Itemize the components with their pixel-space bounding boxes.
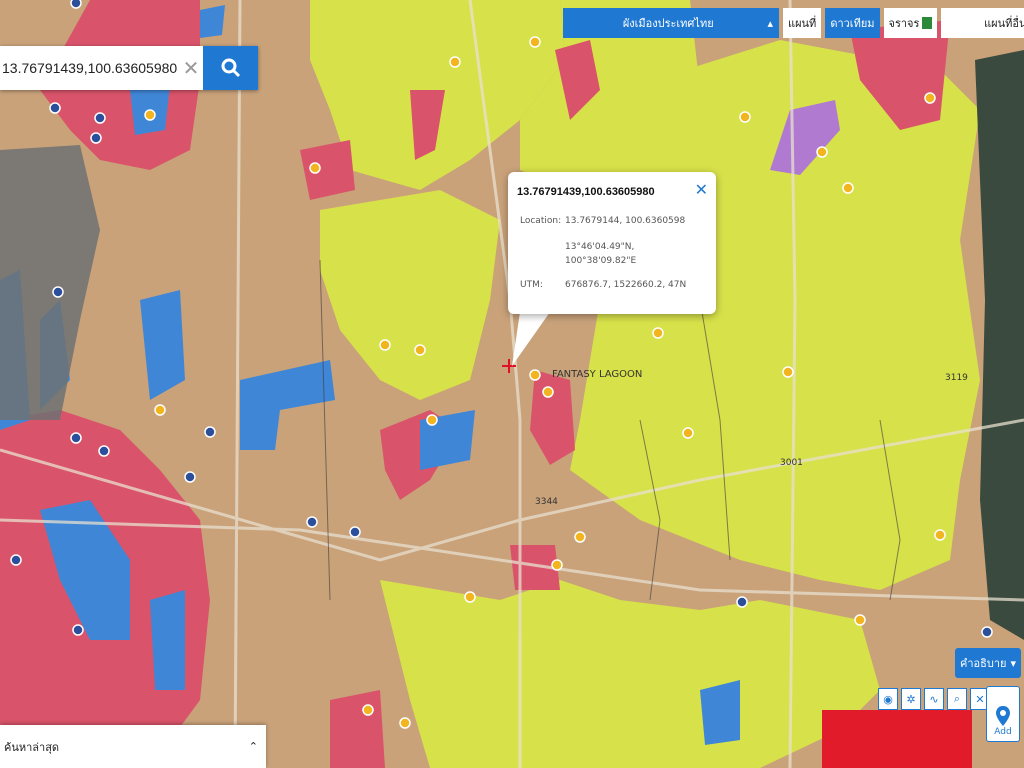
dense-commercial-zone <box>822 710 972 768</box>
route-label: 3001 <box>780 458 803 468</box>
target-icon[interactable]: ✲ <box>901 688 921 710</box>
map-tools: ◉ ✲ ∿ ⌕ ✕ <box>878 688 990 712</box>
traffic-label: จราจร <box>888 17 920 30</box>
caret-down-icon: ▾ <box>1010 656 1016 670</box>
coordinate-popup: 13.76791439,100.63605980 ✕ Location: 13.… <box>508 172 716 314</box>
zoning-map[interactable]: FANTASY LAGOON 3344 3119 3001 <box>0 0 1024 768</box>
search-icon <box>221 58 240 78</box>
search-button[interactable] <box>203 46 258 90</box>
utm-label: UTM: <box>520 280 543 290</box>
legend-button[interactable]: คำอธิบาย ▾ <box>955 648 1021 678</box>
dms-longitude: 100°38'09.82"E <box>565 256 637 266</box>
globe-icon[interactable]: ◉ <box>878 688 898 710</box>
utm-value: 676876.7, 1522660.2, 47N <box>565 280 687 290</box>
line-icon[interactable]: ∿ <box>924 688 944 710</box>
route-label: 3119 <box>945 373 968 383</box>
search-bar: 13.76791439,100.63605980 ✕ <box>0 46 258 90</box>
legend-label: คำอธิบาย <box>960 657 1007 670</box>
layer-select-label: ผังเมืองประเทศไทย <box>622 17 714 30</box>
traffic-button[interactable]: จราจร <box>883 8 938 38</box>
measure-icon[interactable]: ⌕ <box>947 688 967 710</box>
close-icon[interactable]: ✕ <box>695 180 708 199</box>
chevron-double-icon[interactable]: ⌃ <box>249 740 258 753</box>
traffic-icon <box>922 17 933 29</box>
popup-title: 13.76791439,100.63605980 <box>517 186 655 198</box>
add-label: Add <box>994 727 1012 737</box>
recent-search-panel[interactable]: ค้นหาล่าสุด ⌃ <box>0 725 266 768</box>
layer-select[interactable]: ผังเมืองประเทศไทย ▴ <box>563 8 779 38</box>
add-button[interactable]: Add <box>986 686 1020 742</box>
route-label: 3344 <box>535 497 558 507</box>
location-label: Location: <box>520 216 562 226</box>
map-pin-icon <box>996 706 1010 726</box>
caret-down-icon: ▴ <box>767 16 773 30</box>
close-icon[interactable]: ✕ <box>179 56 203 80</box>
recent-label: ค้นหาล่าสุด <box>4 740 60 754</box>
search-input[interactable]: 13.76791439,100.63605980 <box>0 60 179 76</box>
lagoon-label: FANTASY LAGOON <box>552 369 642 380</box>
map-toolbar: ผังเมืองประเทศไทย ▴ แผนที่ ดาวเทียม จราจ… <box>563 8 1024 38</box>
dms-latitude: 13°46'04.49"N, <box>565 242 635 252</box>
popup-pointer <box>512 312 550 366</box>
satellite-type-button[interactable]: ดาวเทียม <box>825 8 880 38</box>
other-map-button[interactable]: แผนที่อื่นๆ <box>941 8 1024 38</box>
location-value: 13.7679144, 100.6360598 <box>565 216 686 226</box>
map-type-button[interactable]: แผนที่ <box>783 8 822 38</box>
